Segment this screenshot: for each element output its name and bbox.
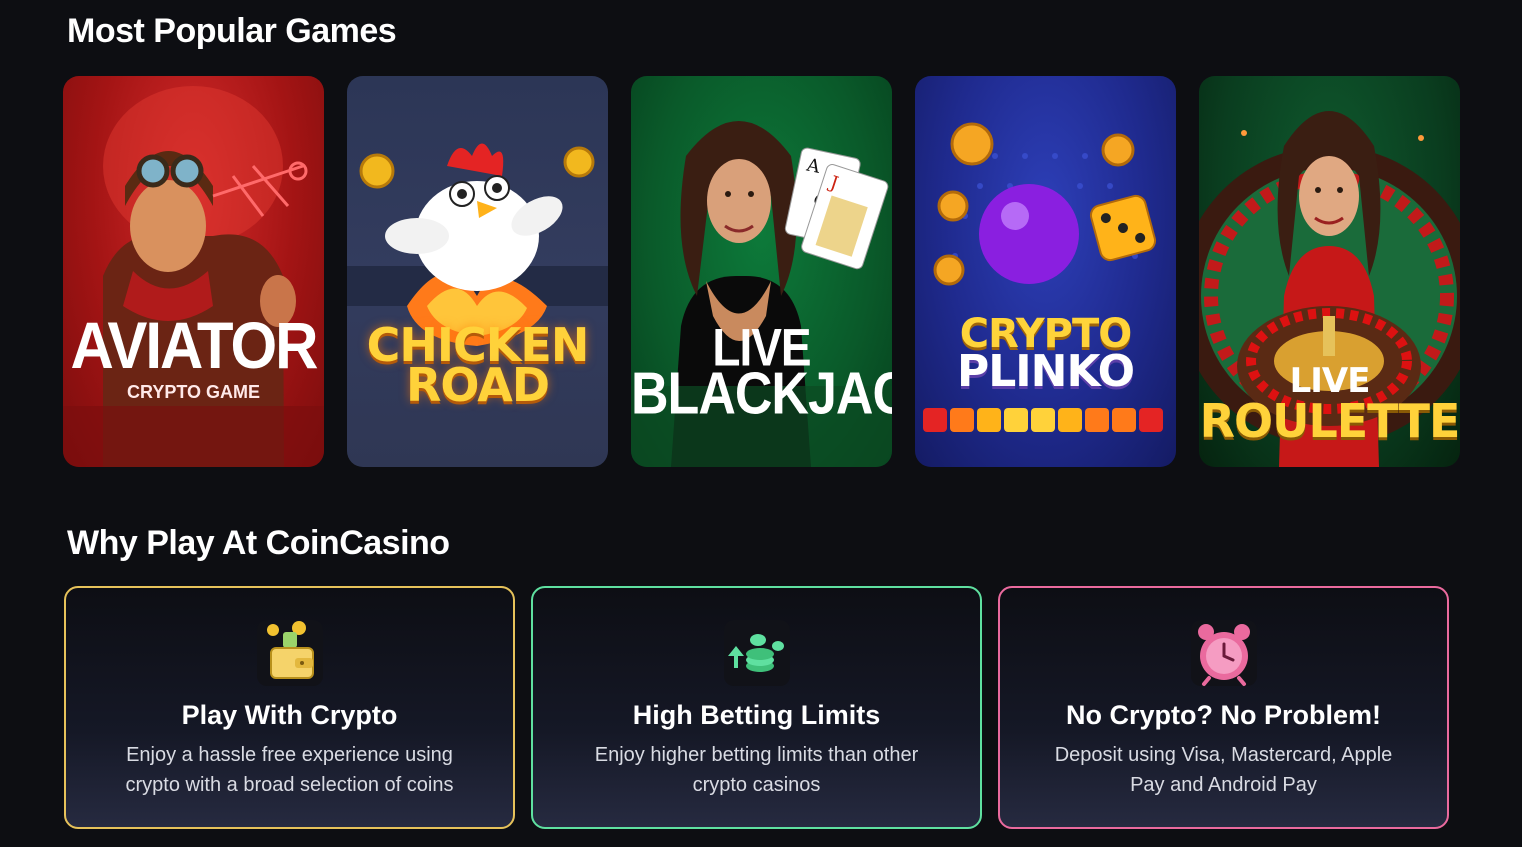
feature-card-high-betting-limits: High Betting Limits Enjoy higher betting… (531, 586, 982, 829)
feature-title: High Betting Limits (632, 700, 881, 730)
game-title-line2: ROAD (405, 358, 550, 412)
feature-title: No Crypto? No Problem! (1066, 700, 1381, 730)
feature-description: Enjoy higher betting limits than other c… (594, 744, 919, 796)
wallet-coins-icon (256, 620, 323, 686)
feature-description: Deposit using Visa, Mastercard, Apple Pa… (1054, 744, 1393, 796)
games-grid: AVIATOR CRYPTO GAME CHICKEN ROAD A J LIV… (63, 76, 1460, 467)
feature-card-play-with-crypto: Play With Crypto Enjoy a hassle free exp… (64, 586, 515, 829)
game-title-line2: ROULETTE (1199, 394, 1460, 448)
game-card-live-blackjack[interactable]: A ♠ J LIVE BLACKJACK (631, 76, 892, 467)
game-subtitle: CRYPTO GAME (126, 382, 260, 402)
feature-card-no-crypto-no-problem: No Crypto? No Problem! Deposit using Vis… (998, 586, 1449, 829)
game-card-crypto-plinko[interactable]: CRYPTO PLINKO (915, 76, 1176, 467)
game-title: AVIATOR (70, 308, 318, 383)
popular-games-title: Most Popular Games (67, 12, 397, 50)
coin-stack-arrow-icon (723, 620, 790, 686)
why-play-title: Why Play At CoinCasino (67, 524, 450, 562)
feature-description: Enjoy a hassle free experience using cry… (125, 744, 454, 796)
game-title-line2: PLINKO (956, 346, 1135, 397)
game-card-chicken-road[interactable]: CHICKEN ROAD (347, 76, 608, 467)
game-card-aviator[interactable]: AVIATOR CRYPTO GAME (63, 76, 324, 467)
game-title-line2: BLACKJACK (631, 360, 892, 428)
alarm-clock-icon (1190, 620, 1257, 686)
feature-title: Play With Crypto (181, 700, 398, 730)
aviator-pilot-illustration (63, 86, 324, 467)
plinko-board-illustration (923, 122, 1163, 432)
game-title-line1: LIVE (1289, 361, 1371, 401)
game-card-live-roulette[interactable]: LIVE ROULETTE (1199, 76, 1460, 467)
features-row: Play With Crypto Enjoy a hassle free exp… (64, 586, 1449, 829)
